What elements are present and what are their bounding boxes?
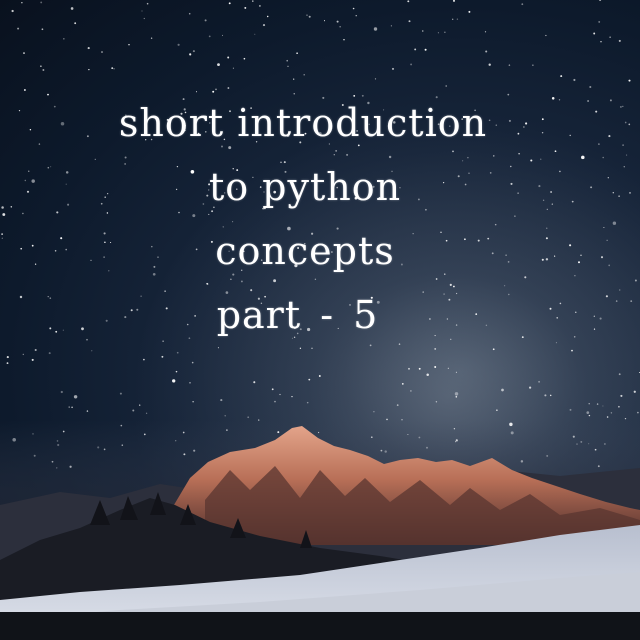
title-line-2: to python [208, 165, 402, 209]
title-line-3: concepts [215, 229, 395, 273]
title-block: short introduction to python concepts pa… [0, 92, 640, 348]
title-line-1: short introduction [118, 101, 488, 145]
title-line-4: part - 5 [216, 293, 379, 337]
poster-image: short introduction to python concepts pa… [0, 0, 640, 640]
